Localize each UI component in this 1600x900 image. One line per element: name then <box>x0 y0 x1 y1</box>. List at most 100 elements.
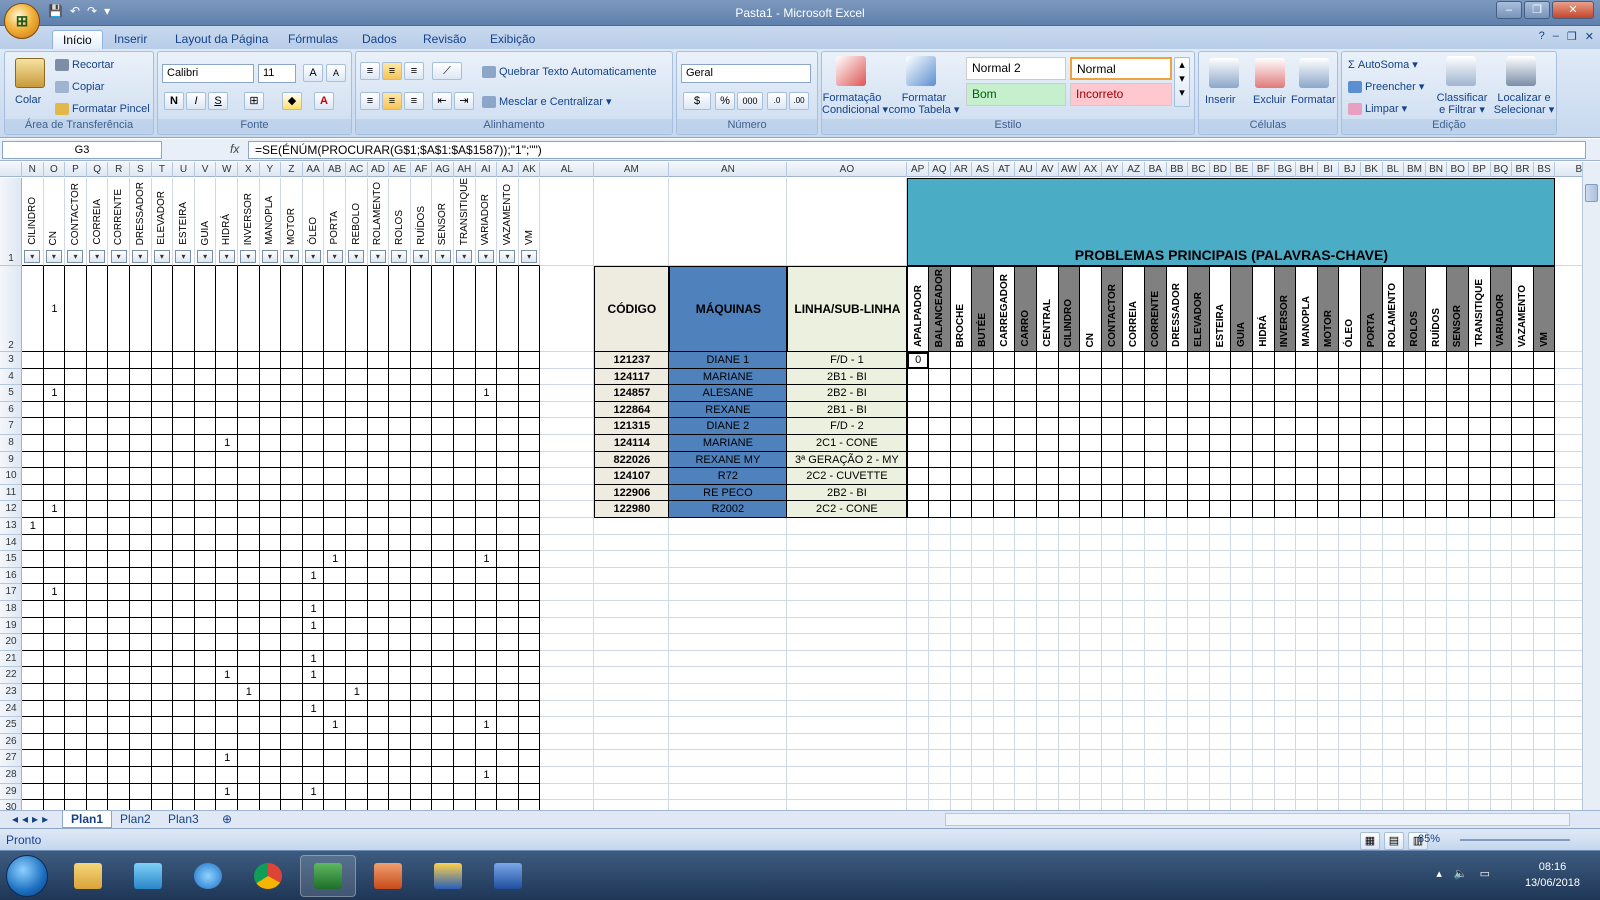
align-left-button[interactable]: ≡ <box>360 92 380 110</box>
keyword-cell[interactable] <box>1533 501 1556 518</box>
keyword-cell[interactable] <box>1296 418 1318 435</box>
cell[interactable] <box>594 567 670 585</box>
cell[interactable] <box>194 750 217 767</box>
ribbon-minimize-icon[interactable]: – <box>1553 30 1559 43</box>
cell[interactable] <box>1469 684 1491 701</box>
linha-cell[interactable]: 2C2 - CUVETTE <box>787 468 908 485</box>
cell[interactable] <box>787 534 908 552</box>
cell[interactable] <box>1490 667 1513 684</box>
cell[interactable] <box>108 733 130 751</box>
keyword-cell[interactable] <box>1382 468 1405 485</box>
cell[interactable] <box>1231 700 1253 718</box>
cell[interactable] <box>476 800 498 810</box>
cell[interactable] <box>281 551 303 568</box>
cell[interactable] <box>1274 750 1297 767</box>
cell[interactable] <box>238 634 260 651</box>
cell[interactable] <box>1317 551 1340 568</box>
keyword-cell[interactable] <box>1533 468 1556 485</box>
cell[interactable] <box>281 518 303 535</box>
keyword-cell[interactable] <box>1512 451 1534 469</box>
cell[interactable] <box>22 266 44 352</box>
keyword-cell[interactable] <box>1188 468 1210 485</box>
cell[interactable] <box>1145 518 1167 535</box>
cell[interactable] <box>1533 783 1556 801</box>
cell[interactable] <box>151 352 174 369</box>
filter-dropdown-button[interactable]: ▾ <box>477 250 494 263</box>
keyword-cell[interactable] <box>1253 468 1275 485</box>
cell-value[interactable]: 1 <box>476 551 498 568</box>
cell[interactable] <box>993 534 1016 552</box>
cell[interactable] <box>108 352 130 369</box>
cell[interactable] <box>1209 684 1232 701</box>
cell[interactable] <box>1490 567 1513 585</box>
row-header[interactable]: 29 <box>0 784 22 801</box>
cell[interactable] <box>1231 750 1253 767</box>
cell[interactable] <box>432 767 454 784</box>
cell[interactable] <box>1231 650 1253 668</box>
cell[interactable] <box>1317 650 1340 668</box>
cell[interactable] <box>907 750 929 767</box>
cell[interactable] <box>108 700 130 718</box>
cell[interactable] <box>475 783 498 801</box>
cell[interactable] <box>1080 584 1102 601</box>
column-header[interactable]: BE <box>1231 162 1253 177</box>
row-header[interactable]: 1 <box>0 178 22 266</box>
cell[interactable] <box>432 601 454 618</box>
cell[interactable] <box>1512 700 1534 718</box>
cell[interactable] <box>950 634 973 651</box>
row-header[interactable]: 13 <box>0 518 22 535</box>
cell[interactable] <box>518 617 541 635</box>
cell[interactable] <box>475 684 498 701</box>
keyword-cell[interactable] <box>1533 401 1556 419</box>
cell[interactable] <box>1059 800 1081 810</box>
keyword-cell[interactable] <box>1080 468 1102 485</box>
cell[interactable] <box>669 178 788 266</box>
delete-cells-icon[interactable] <box>1255 58 1285 88</box>
cell[interactable] <box>410 733 433 751</box>
keyword-cell[interactable] <box>972 352 994 369</box>
cell-value[interactable]: 1 <box>216 435 238 452</box>
cell[interactable] <box>1274 634 1297 651</box>
cell[interactable] <box>86 401 109 419</box>
cell[interactable] <box>1404 667 1426 684</box>
cell[interactable] <box>22 484 44 502</box>
cell[interactable] <box>151 783 174 801</box>
cell[interactable] <box>519 800 541 810</box>
cell[interactable] <box>86 783 109 801</box>
keyword-cell[interactable] <box>1447 385 1469 402</box>
cell[interactable] <box>518 733 541 751</box>
cell[interactable] <box>130 418 152 435</box>
cell[interactable] <box>367 650 390 668</box>
column-header[interactable]: AR <box>951 162 973 177</box>
cell[interactable] <box>475 634 498 651</box>
cell[interactable] <box>1166 518 1189 535</box>
cell[interactable] <box>259 501 282 518</box>
cell[interactable] <box>86 352 109 369</box>
row-header[interactable]: 2 <box>0 266 22 352</box>
cell[interactable] <box>86 435 109 452</box>
cell[interactable] <box>1253 567 1275 585</box>
cell[interactable] <box>108 484 130 502</box>
cell[interactable] <box>194 451 217 469</box>
cell[interactable] <box>130 800 152 810</box>
cell[interactable] <box>475 534 498 552</box>
cell[interactable] <box>1209 634 1232 651</box>
cell[interactable] <box>993 684 1016 701</box>
keyword-cell[interactable] <box>1361 418 1383 435</box>
find-select-button[interactable]: Localizar e Selecionar ▾ <box>1492 92 1556 116</box>
cell[interactable] <box>324 468 346 485</box>
cell[interactable] <box>22 750 44 767</box>
cell[interactable] <box>22 650 44 668</box>
cell[interactable] <box>43 767 66 784</box>
cell[interactable] <box>907 667 929 684</box>
keyword-cell[interactable] <box>950 401 973 419</box>
cell[interactable] <box>410 700 433 718</box>
keyword-cell[interactable] <box>1274 468 1297 485</box>
cell[interactable] <box>951 800 973 810</box>
keyword-cell[interactable] <box>1188 401 1210 419</box>
cell[interactable] <box>22 501 44 518</box>
cell[interactable] <box>302 767 325 784</box>
cell[interactable] <box>389 783 411 801</box>
keyword-cell[interactable] <box>1015 418 1037 435</box>
keyword-cell[interactable] <box>1231 501 1253 518</box>
